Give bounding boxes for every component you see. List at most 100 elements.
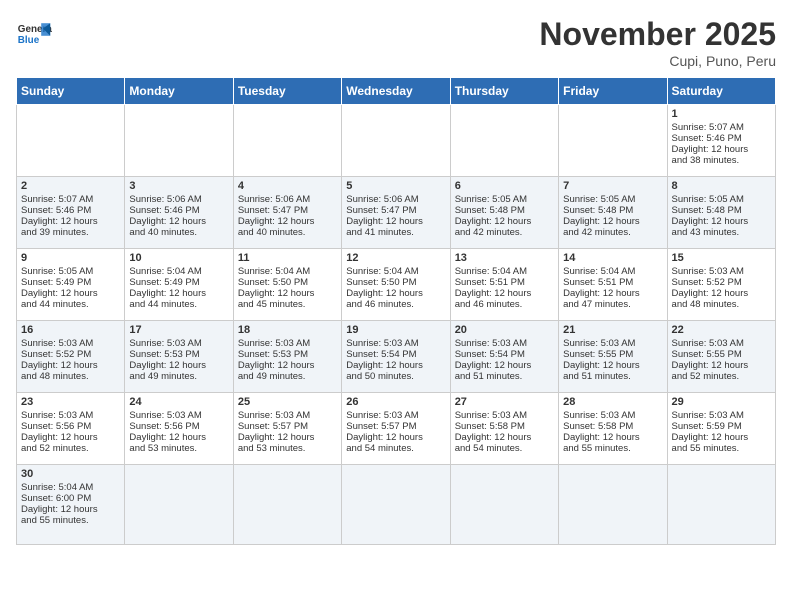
calendar-cell — [125, 105, 233, 177]
day-info: and 38 minutes. — [672, 155, 771, 166]
day-info: Sunset: 5:48 PM — [455, 205, 554, 216]
day-number: 12 — [346, 252, 445, 264]
calendar-cell: 15Sunrise: 5:03 AMSunset: 5:52 PMDayligh… — [667, 249, 775, 321]
day-info: Sunrise: 5:05 AM — [21, 266, 120, 277]
day-info: Sunrise: 5:03 AM — [21, 338, 120, 349]
calendar-cell: 13Sunrise: 5:04 AMSunset: 5:51 PMDayligh… — [450, 249, 558, 321]
day-info: Sunset: 5:51 PM — [455, 277, 554, 288]
logo: General Blue — [16, 16, 52, 52]
day-info: Sunset: 5:56 PM — [21, 421, 120, 432]
day-info: Sunset: 5:49 PM — [21, 277, 120, 288]
day-info: and 51 minutes. — [563, 371, 662, 382]
day-info: Sunrise: 5:03 AM — [672, 266, 771, 277]
day-info: Sunrise: 5:05 AM — [563, 194, 662, 205]
day-info: and 47 minutes. — [563, 299, 662, 310]
calendar-cell — [342, 465, 450, 545]
day-info: Daylight: 12 hours — [455, 432, 554, 443]
calendar-cell: 12Sunrise: 5:04 AMSunset: 5:50 PMDayligh… — [342, 249, 450, 321]
calendar-cell: 8Sunrise: 5:05 AMSunset: 5:48 PMDaylight… — [667, 177, 775, 249]
calendar-week-row: 16Sunrise: 5:03 AMSunset: 5:52 PMDayligh… — [17, 321, 776, 393]
calendar-cell: 29Sunrise: 5:03 AMSunset: 5:59 PMDayligh… — [667, 393, 775, 465]
day-number: 29 — [672, 396, 771, 408]
day-info: Sunrise: 5:03 AM — [238, 410, 337, 421]
day-info: and 52 minutes. — [21, 443, 120, 454]
day-number: 10 — [129, 252, 228, 264]
day-info: Sunrise: 5:07 AM — [21, 194, 120, 205]
day-info: Daylight: 12 hours — [238, 360, 337, 371]
calendar-cell: 23Sunrise: 5:03 AMSunset: 5:56 PMDayligh… — [17, 393, 125, 465]
day-number: 28 — [563, 396, 662, 408]
day-info: and 40 minutes. — [129, 227, 228, 238]
day-info: Sunrise: 5:07 AM — [672, 122, 771, 133]
calendar-cell: 17Sunrise: 5:03 AMSunset: 5:53 PMDayligh… — [125, 321, 233, 393]
calendar-cell: 21Sunrise: 5:03 AMSunset: 5:55 PMDayligh… — [559, 321, 667, 393]
day-info: Daylight: 12 hours — [21, 432, 120, 443]
day-info: Sunset: 5:54 PM — [346, 349, 445, 360]
day-info: and 41 minutes. — [346, 227, 445, 238]
day-info: and 49 minutes. — [238, 371, 337, 382]
day-info: Sunrise: 5:03 AM — [238, 338, 337, 349]
day-info: and 55 minutes. — [563, 443, 662, 454]
day-info: Daylight: 12 hours — [672, 288, 771, 299]
calendar-week-row: 1Sunrise: 5:07 AMSunset: 5:46 PMDaylight… — [17, 105, 776, 177]
location-title: Cupi, Puno, Peru — [539, 53, 776, 69]
day-number: 23 — [21, 396, 120, 408]
header-saturday: Saturday — [667, 78, 775, 105]
day-info: Daylight: 12 hours — [129, 432, 228, 443]
day-info: Daylight: 12 hours — [129, 360, 228, 371]
calendar-cell — [17, 105, 125, 177]
day-info: Sunrise: 5:03 AM — [563, 410, 662, 421]
header-friday: Friday — [559, 78, 667, 105]
day-number: 15 — [672, 252, 771, 264]
day-number: 17 — [129, 324, 228, 336]
day-info: and 54 minutes. — [455, 443, 554, 454]
day-info: Sunrise: 5:04 AM — [129, 266, 228, 277]
day-number: 2 — [21, 180, 120, 192]
calendar-cell: 14Sunrise: 5:04 AMSunset: 5:51 PMDayligh… — [559, 249, 667, 321]
svg-text:Blue: Blue — [18, 35, 40, 46]
day-info: Sunrise: 5:04 AM — [455, 266, 554, 277]
day-number: 24 — [129, 396, 228, 408]
day-info: Sunset: 5:46 PM — [672, 133, 771, 144]
day-number: 1 — [672, 108, 771, 120]
day-info: Sunset: 5:57 PM — [238, 421, 337, 432]
day-info: and 50 minutes. — [346, 371, 445, 382]
day-info: Daylight: 12 hours — [672, 432, 771, 443]
calendar-cell — [233, 105, 341, 177]
day-info: Daylight: 12 hours — [346, 288, 445, 299]
calendar-cell: 16Sunrise: 5:03 AMSunset: 5:52 PMDayligh… — [17, 321, 125, 393]
day-info: and 46 minutes. — [346, 299, 445, 310]
day-info: and 54 minutes. — [346, 443, 445, 454]
calendar-cell: 1Sunrise: 5:07 AMSunset: 5:46 PMDaylight… — [667, 105, 775, 177]
day-info: Sunrise: 5:03 AM — [672, 410, 771, 421]
calendar-header-row: SundayMondayTuesdayWednesdayThursdayFrid… — [17, 78, 776, 105]
day-info: Sunset: 5:58 PM — [455, 421, 554, 432]
day-info: and 52 minutes. — [672, 371, 771, 382]
day-info: and 55 minutes. — [672, 443, 771, 454]
day-info: Daylight: 12 hours — [238, 288, 337, 299]
day-info: Daylight: 12 hours — [21, 288, 120, 299]
day-info: Daylight: 12 hours — [238, 216, 337, 227]
day-number: 22 — [672, 324, 771, 336]
day-info: Sunset: 5:48 PM — [563, 205, 662, 216]
calendar-cell: 3Sunrise: 5:06 AMSunset: 5:46 PMDaylight… — [125, 177, 233, 249]
day-number: 4 — [238, 180, 337, 192]
day-info: Sunrise: 5:03 AM — [672, 338, 771, 349]
day-info: Daylight: 12 hours — [21, 504, 120, 515]
day-info: Daylight: 12 hours — [129, 288, 228, 299]
calendar-cell: 26Sunrise: 5:03 AMSunset: 5:57 PMDayligh… — [342, 393, 450, 465]
calendar-cell: 7Sunrise: 5:05 AMSunset: 5:48 PMDaylight… — [559, 177, 667, 249]
day-number: 8 — [672, 180, 771, 192]
day-number: 30 — [21, 468, 120, 480]
day-number: 21 — [563, 324, 662, 336]
day-info: and 49 minutes. — [129, 371, 228, 382]
page-header: General Blue November 2025 Cupi, Puno, P… — [16, 16, 776, 69]
calendar-cell — [450, 465, 558, 545]
day-number: 27 — [455, 396, 554, 408]
day-info: and 44 minutes. — [129, 299, 228, 310]
day-info: Sunrise: 5:03 AM — [346, 338, 445, 349]
calendar-table: SundayMondayTuesdayWednesdayThursdayFrid… — [16, 77, 776, 545]
day-info: Sunset: 5:58 PM — [563, 421, 662, 432]
day-info: Sunset: 5:46 PM — [21, 205, 120, 216]
day-info: Daylight: 12 hours — [563, 288, 662, 299]
